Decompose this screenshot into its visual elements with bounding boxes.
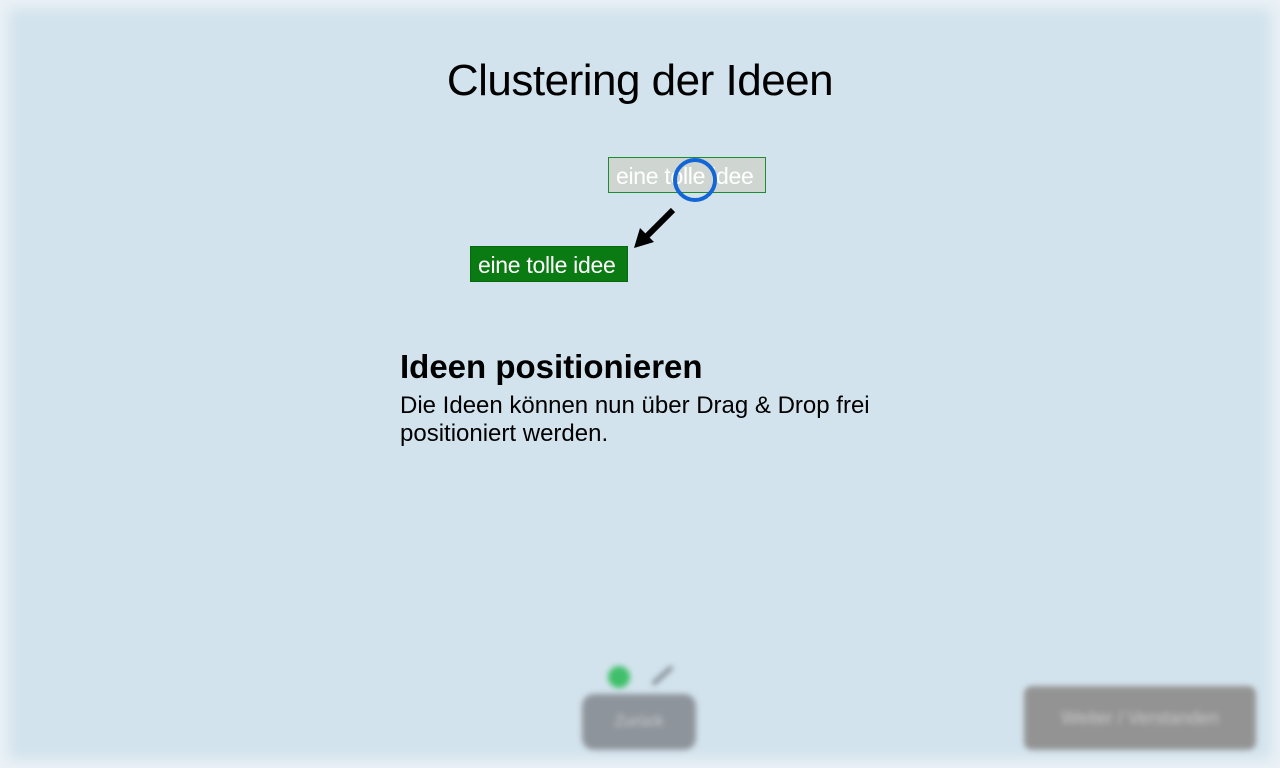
page-title: Clustering der Ideen bbox=[446, 56, 834, 105]
instructions-heading: Ideen positionieren bbox=[400, 348, 703, 385]
progress-mark-icon bbox=[651, 665, 674, 686]
tutorial-screen: Clustering der Ideen eine tolle idee ein… bbox=[0, 0, 1280, 768]
instructions-text: Die Ideen können nun über Drag & Drop fr… bbox=[400, 392, 870, 447]
instructions-panel: Ideen positionieren Die Ideen können nun… bbox=[400, 348, 920, 448]
circle-cursor-icon bbox=[673, 158, 717, 202]
progress-dot-active bbox=[608, 666, 630, 688]
idea-card-placed[interactable]: eine tolle idee bbox=[470, 246, 628, 282]
arrow-down-left-icon bbox=[634, 207, 676, 248]
drag-drop-demo: eine tolle idee eine tolle idee bbox=[470, 128, 790, 298]
next-button[interactable]: Weiter / Verstanden bbox=[1024, 686, 1256, 750]
back-button[interactable]: Zurück bbox=[582, 694, 696, 750]
